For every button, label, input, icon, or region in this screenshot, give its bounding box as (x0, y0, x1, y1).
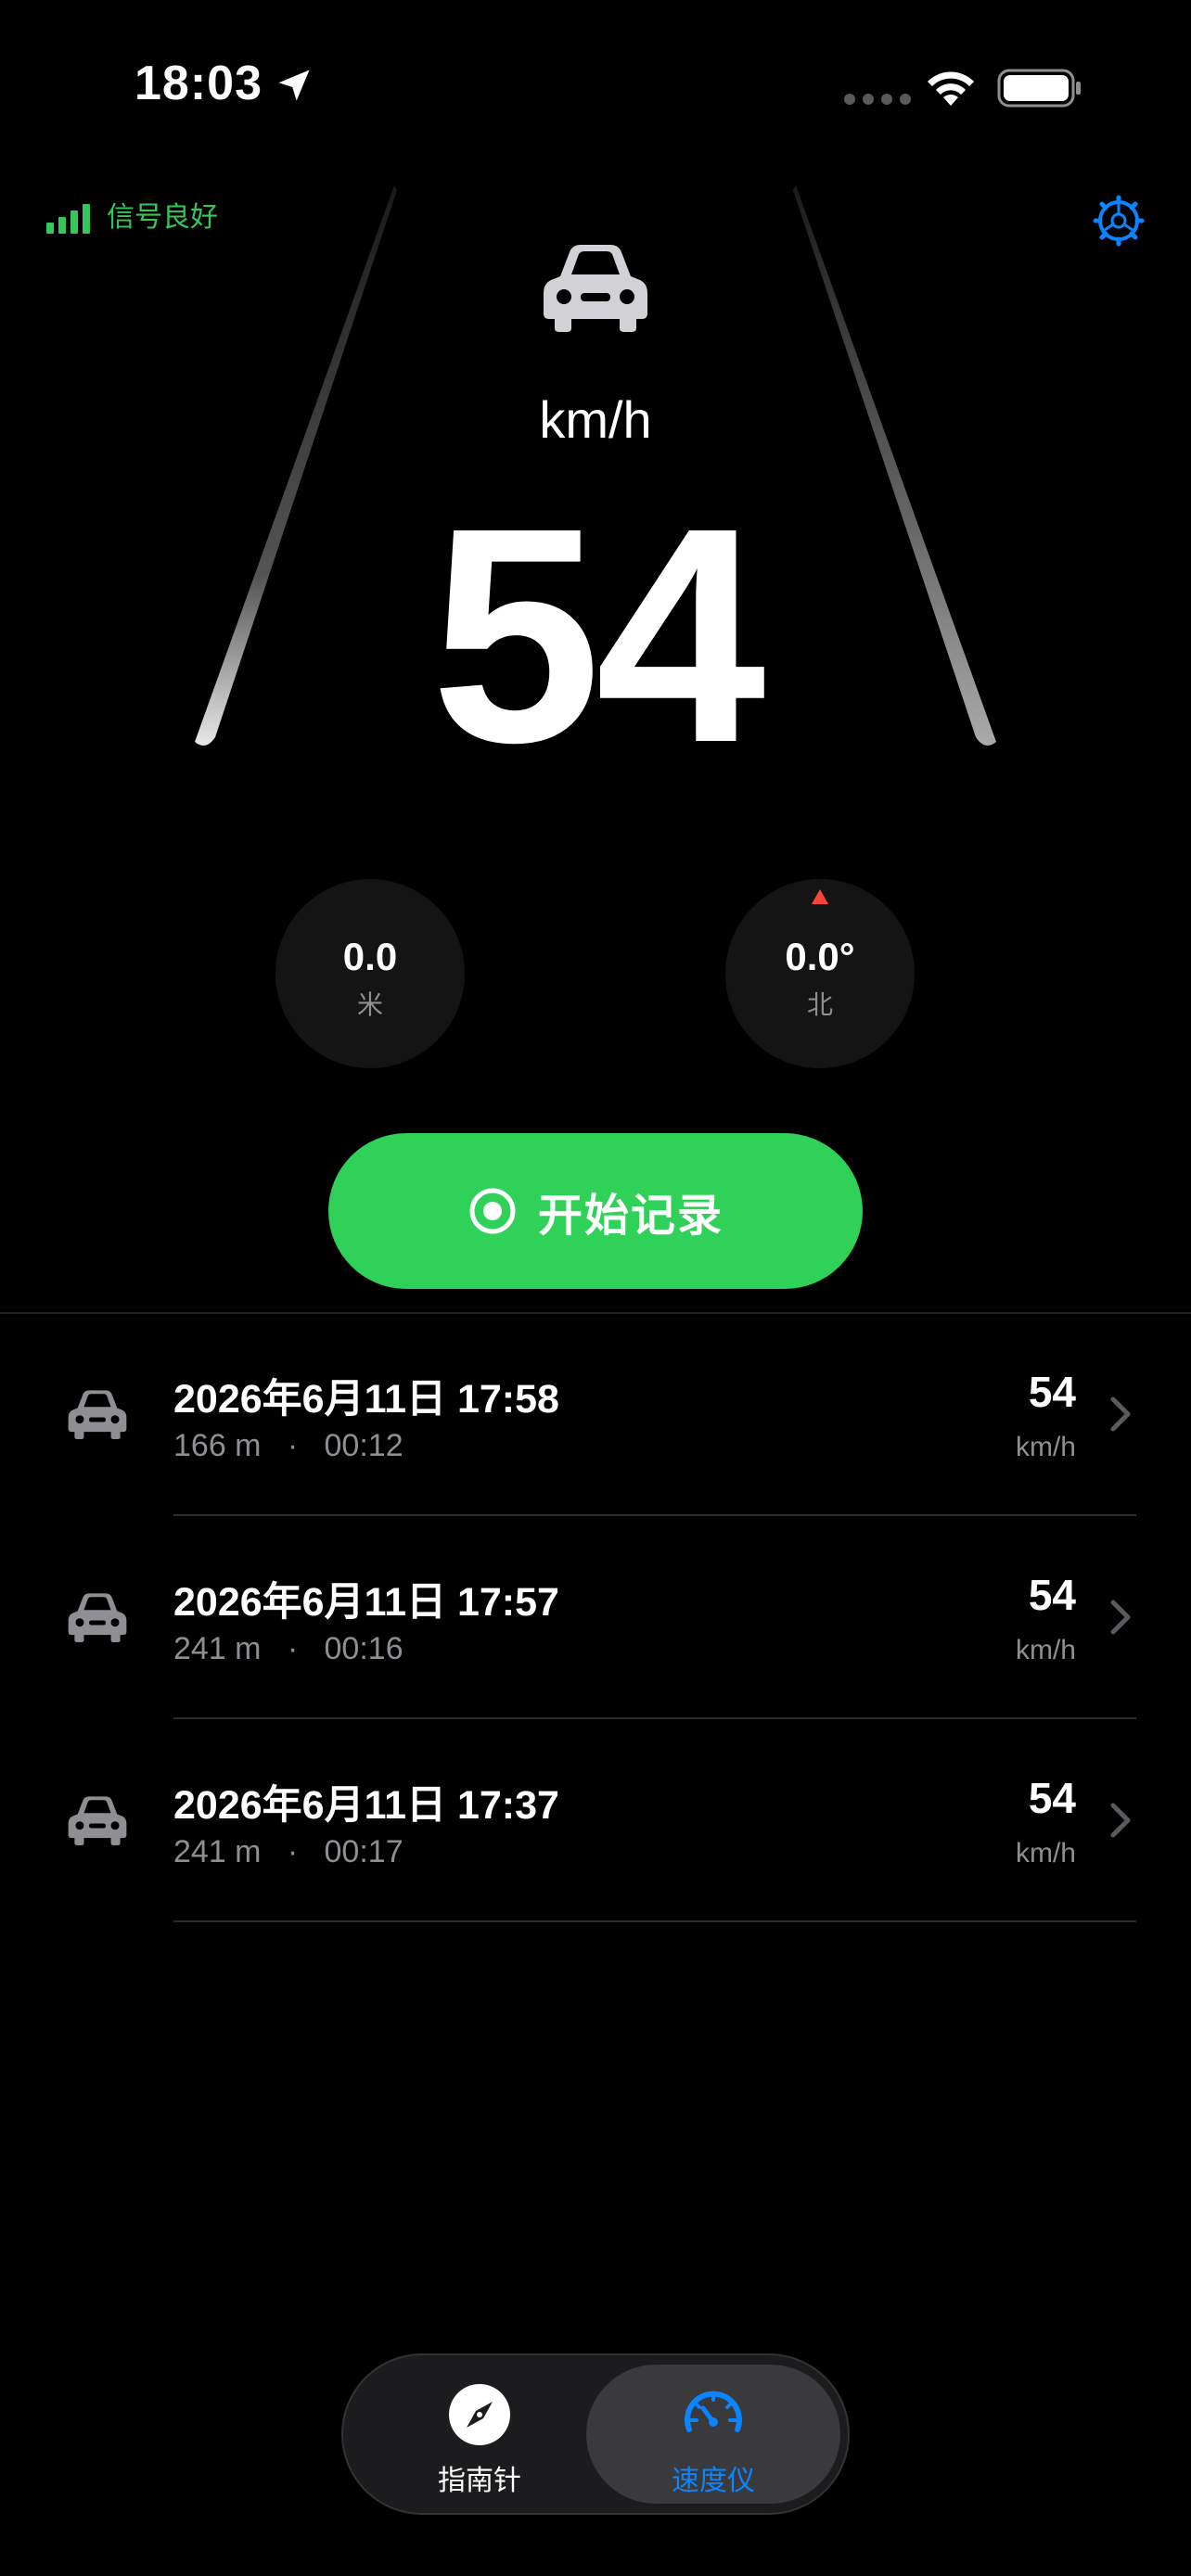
signal-bars-icon (46, 204, 90, 234)
record-speed: 54 (1028, 1774, 1076, 1822)
record-details: 241 m · 00:16 (173, 1631, 403, 1667)
record-details: 166 m · 00:12 (173, 1428, 403, 1464)
heading-gauge: 0.0° 北 (725, 879, 915, 1068)
tab-speedometer[interactable]: 速度仪 (586, 2365, 840, 2504)
signal-indicator: 信号良好 (46, 202, 218, 234)
record-distance: 241 m (173, 1631, 262, 1666)
start-recording-label: 开始记录 (537, 1192, 724, 1241)
tab-bar: 指南针 速度仪 (341, 2353, 850, 2515)
cellular-dots-icon (844, 93, 918, 109)
record-separator: · (287, 1631, 299, 1666)
record-details: 241 m · 00:17 (173, 1834, 403, 1870)
distance-unit: 米 (356, 990, 383, 1019)
record-datetime: 2026年6月11日 17:37 (173, 1783, 559, 1828)
speedometer-screen: 18:03 信号良好 km/h 54 0.0 米 0.0° 北 开始记录 202… (0, 0, 1191, 2576)
tab-compass-label: 指南针 (438, 2466, 521, 2496)
record-speed-unit: km/h (1015, 1432, 1076, 1462)
record-speed-unit: km/h (1015, 1838, 1076, 1868)
row-separator (173, 1920, 1136, 1922)
record-circle-icon (469, 1188, 516, 1234)
record-speed: 54 (1028, 1368, 1076, 1416)
north-marker-icon (812, 889, 828, 904)
record-distance: 166 m (173, 1428, 262, 1463)
start-recording-button[interactable]: 开始记录 (328, 1133, 863, 1289)
status-time: 18:03 (134, 57, 263, 110)
record-separator: · (287, 1428, 299, 1463)
tab-compass[interactable]: 指南针 (352, 2365, 607, 2504)
location-arrow-icon (278, 70, 310, 101)
chevron-right-icon (1110, 1803, 1131, 1838)
speed-unit-label: km/h (539, 390, 652, 449)
chevron-right-icon (1110, 1600, 1131, 1635)
record-duration: 00:17 (324, 1834, 403, 1869)
record-duration: 00:16 (324, 1631, 403, 1666)
compass-icon (449, 2384, 510, 2445)
record-datetime: 2026年6月11日 17:58 (173, 1377, 559, 1422)
speedometer-icon (685, 2391, 742, 2432)
signal-status-label: 信号良好 (107, 202, 218, 233)
car-icon (544, 245, 647, 332)
distance-gauge: 0.0 米 (275, 879, 465, 1068)
list-item[interactable]: 2026年6月11日 17:58 166 m · 00:12 54 km/h (0, 1313, 1191, 1516)
chevron-right-icon (1110, 1396, 1131, 1432)
car-icon (68, 1796, 127, 1845)
heading-direction: 北 (806, 990, 833, 1019)
current-speed: 54 (430, 464, 765, 806)
list-item[interactable]: 2026年6月11日 17:57 241 m · 00:16 54 km/h (0, 1516, 1191, 1719)
gear-icon[interactable] (1093, 195, 1145, 247)
car-icon (68, 1593, 127, 1642)
record-duration: 00:12 (324, 1428, 403, 1463)
record-distance: 241 m (173, 1834, 262, 1869)
wifi-icon (928, 71, 974, 106)
distance-value: 0.0 (342, 935, 398, 978)
record-speed-unit: km/h (1015, 1635, 1076, 1665)
record-datetime: 2026年6月11日 17:57 (173, 1580, 559, 1625)
tab-speedometer-label: 速度仪 (672, 2466, 755, 2496)
record-speed: 54 (1028, 1571, 1076, 1619)
battery-icon (997, 69, 1081, 108)
heading-value: 0.0° (785, 935, 855, 978)
list-item[interactable]: 2026年6月11日 17:37 241 m · 00:17 54 km/h (0, 1719, 1191, 1922)
car-icon (68, 1390, 127, 1439)
record-separator: · (287, 1834, 299, 1869)
